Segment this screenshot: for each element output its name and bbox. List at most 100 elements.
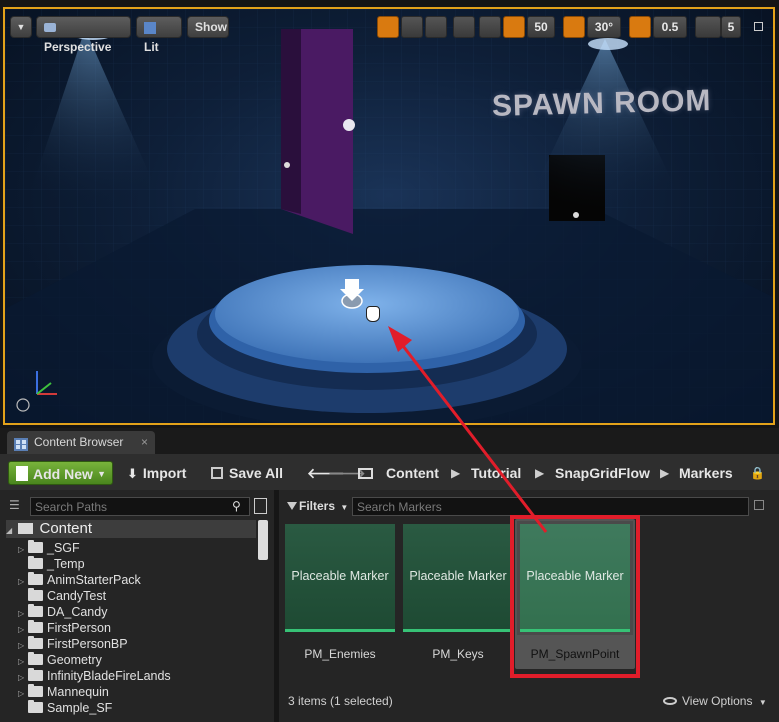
view-options-button[interactable]: View Options ▼	[663, 694, 767, 708]
folder-icon	[28, 668, 43, 681]
annotation-highlight-box	[510, 515, 640, 678]
camera-speed-icon[interactable]	[695, 16, 721, 38]
search-paths-input[interactable]	[30, 497, 250, 516]
add-new-button[interactable]: Add New ▼	[8, 461, 113, 485]
scale-snap-value[interactable]: 0.5	[653, 16, 687, 38]
import-icon: ⬇	[127, 466, 138, 481]
folder-icon	[28, 700, 43, 713]
add-new-label: Add New	[33, 466, 93, 482]
hand-cursor-icon	[366, 306, 380, 322]
show-label: Show	[195, 20, 227, 34]
camera-icon	[44, 23, 56, 33]
document-icon	[16, 466, 28, 481]
folder-open-icon	[18, 523, 34, 534]
eye-icon	[663, 697, 677, 705]
breadcrumb-snapgridflow[interactable]: SnapGridFlow	[555, 461, 650, 485]
scene-render	[5, 9, 773, 423]
import-button[interactable]: ⬇ Import	[127, 461, 186, 485]
save-all-button[interactable]: Save All	[211, 461, 283, 485]
tree-item[interactable]: ▷ InfinityBladeFireLands	[18, 668, 171, 684]
asset-name: PM_Enemies	[304, 647, 376, 661]
search-icon: ⚲	[232, 499, 241, 513]
perspective-label: Perspective	[44, 40, 112, 54]
asset-tile-pm-enemies[interactable]: Placeable Marker PM_Enemies	[285, 524, 395, 664]
options-icon[interactable]	[254, 498, 267, 514]
breadcrumb-separator: ▶	[660, 466, 670, 480]
scale-mode-icon[interactable]	[425, 16, 447, 38]
import-label: Import	[142, 465, 187, 481]
tree-root-label: Content	[39, 520, 93, 537]
path-panel: ☰ ⚲ ◢ Content ▷_SGF _Temp ▷AnimStarterPa…	[0, 490, 274, 722]
tree-item[interactable]: ▷ FirstPerson	[18, 620, 111, 636]
asset-thumbnail-label: Placeable Marker	[291, 569, 389, 583]
tree-item[interactable]: ▷ FirstPersonBP	[18, 636, 128, 652]
folder-icon	[28, 652, 43, 665]
tree-item[interactable]: Sample_SF	[18, 700, 112, 716]
tree-item[interactable]: ▷ DA_Candy	[18, 604, 107, 620]
chevron-down-icon: ▼	[97, 469, 106, 479]
show-button[interactable]: Show	[187, 16, 229, 38]
tree-root-content[interactable]: ◢ Content	[6, 520, 256, 538]
tree-item[interactable]: CandyTest	[18, 588, 106, 604]
breadcrumb-tutorial[interactable]: Tutorial	[471, 461, 521, 485]
content-browser-toolbar: Add New ▼ ⬇ Import Save All 🡐 🡒 Content ▶…	[0, 454, 779, 490]
grid-snap-icon[interactable]	[503, 16, 525, 38]
maximize-viewport-icon[interactable]	[749, 16, 767, 38]
tab-label: Content Browser	[34, 435, 124, 449]
folder-icon	[28, 636, 43, 649]
asset-thumbnail-label: Placeable Marker	[409, 569, 507, 583]
viewport-menu-button[interactable]: ▼	[10, 16, 32, 38]
folder-icon[interactable]	[358, 461, 373, 485]
lock-icon[interactable]: 🔒	[750, 461, 765, 485]
camera-speed-value[interactable]: 5	[721, 16, 741, 38]
lit-label: Lit	[144, 40, 159, 54]
level-viewport[interactable]: SPAWN ROOM ▼ Perspective Lit Show 50 30°…	[3, 7, 775, 425]
folder-icon	[28, 684, 43, 697]
folder-icon	[28, 556, 43, 569]
breadcrumb-separator: ▶	[451, 466, 461, 480]
search-markers-input[interactable]	[352, 497, 749, 516]
folder-icon	[28, 572, 43, 585]
content-browser-icon	[14, 436, 28, 451]
perspective-button[interactable]: Perspective	[36, 16, 131, 54]
chevron-down-icon: ▼	[758, 698, 767, 707]
tree-toggle-icon[interactable]: ☰	[9, 498, 25, 514]
chevron-down-icon: ▼	[16, 22, 26, 32]
breadcrumb-markers[interactable]: Markers	[679, 461, 733, 485]
tree-item[interactable]: ▷ Mannequin	[18, 684, 109, 700]
world-space-icon[interactable]	[453, 16, 475, 38]
cube-icon	[144, 21, 156, 34]
lit-button[interactable]: Lit	[136, 16, 182, 54]
rotation-snap-value[interactable]: 30°	[587, 16, 621, 38]
scrollbar[interactable]	[258, 520, 268, 560]
filter-icon	[287, 502, 297, 510]
breadcrumb-content[interactable]: Content	[386, 461, 439, 485]
tree-item[interactable]: ▷ Geometry	[18, 652, 102, 668]
scale-snap-icon[interactable]	[629, 16, 651, 38]
surface-snap-icon[interactable]	[479, 16, 501, 38]
tree-item[interactable]: ▷ AnimStarterPack	[18, 572, 141, 588]
tree-item[interactable]: ▷ _SGF	[18, 540, 80, 556]
filters-button[interactable]: Filters ▼	[285, 497, 348, 516]
save-search-icon[interactable]	[754, 500, 764, 510]
save-all-label: Save All	[229, 465, 283, 481]
spawn-room-text: SPAWN ROOM	[491, 84, 712, 123]
asset-name: PM_Keys	[432, 647, 484, 661]
asset-panel: Filters ▼ Placeable Marker PM_Enemies Pl…	[279, 490, 779, 722]
grid-snap-value[interactable]: 50	[527, 16, 555, 38]
breadcrumb-separator: ▶	[535, 466, 545, 480]
asset-tile-pm-keys[interactable]: Placeable Marker PM_Keys	[403, 524, 513, 664]
folder-icon	[28, 620, 43, 633]
filters-label: Filters	[299, 499, 336, 513]
tab-content-browser[interactable]: Content Browser ×	[7, 431, 155, 454]
view-options-label: View Options	[682, 694, 753, 708]
close-icon[interactable]: ×	[141, 431, 148, 454]
translate-mode-icon[interactable]	[377, 16, 399, 38]
rotate-mode-icon[interactable]	[401, 16, 423, 38]
folder-icon	[28, 588, 43, 601]
rotation-snap-icon[interactable]	[563, 16, 585, 38]
chevron-down-icon: ▼	[340, 503, 349, 512]
tree-item[interactable]: _Temp	[18, 556, 85, 572]
folder-icon	[28, 604, 43, 617]
item-count-status: 3 items (1 selected)	[288, 694, 393, 708]
